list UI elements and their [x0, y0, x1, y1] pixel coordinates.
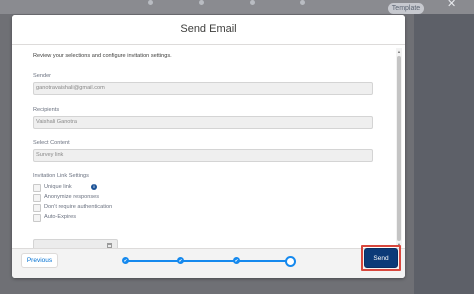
info-icon[interactable]: i	[91, 184, 97, 190]
unique-link-label: Unique link	[44, 184, 72, 190]
sender-value: ganotravaishali@gmail.com	[36, 85, 105, 91]
no-authentication-checkbox[interactable]	[33, 204, 41, 212]
recipients-field[interactable]: Vaishali Ganotra	[33, 116, 373, 129]
modal-header: Send Email	[12, 15, 405, 45]
intro-text: Review your selections and configure inv…	[33, 53, 172, 59]
recipients-value: Vaishali Ganotra	[36, 119, 77, 125]
invitation-settings-label: Invitation Link Settings	[33, 173, 89, 179]
step-current-indicator	[285, 256, 296, 267]
anonymize-responses-label: Anonymize responses	[44, 194, 100, 200]
progress-line	[125, 260, 292, 262]
previous-button[interactable]: Previous	[21, 253, 58, 268]
unique-link-checkbox[interactable]	[33, 184, 41, 192]
scrollbar-thumb[interactable]	[397, 56, 401, 241]
step-complete-icon: ✔	[122, 257, 129, 264]
no-authentication-label: Don't require authentication	[44, 204, 113, 210]
auto-expires-checkbox[interactable]	[33, 214, 41, 222]
select-content-label: Select Content	[33, 140, 70, 146]
anonymize-responses-checkbox[interactable]	[33, 194, 41, 202]
send-button[interactable]: Send	[364, 248, 398, 268]
scroll-up-icon[interactable]: ▲	[396, 49, 402, 54]
recipients-label: Recipients	[33, 107, 60, 113]
background-close-icon: ✕	[447, 0, 457, 10]
select-content-field[interactable]: Survey link	[33, 149, 373, 162]
step-complete-icon: ✔	[233, 257, 240, 264]
modal-body: Review your selections and configure inv…	[12, 45, 405, 252]
background-dot	[199, 0, 204, 5]
sender-field[interactable]: ganotravaishali@gmail.com	[33, 82, 373, 95]
template-pill: Template	[388, 3, 424, 14]
auto-expires-label: Auto-Expires	[44, 214, 77, 220]
modal-title: Send Email	[180, 23, 237, 35]
step-complete-icon: ✔	[177, 257, 184, 264]
modal-scrollbar[interactable]: ▲ ▼	[396, 48, 402, 248]
background-dot	[300, 0, 305, 5]
background-dot	[250, 0, 255, 5]
background-dot	[148, 0, 153, 5]
modal-footer: Previous ✔ ✔ ✔	[12, 248, 405, 278]
select-content-value: Survey link	[36, 152, 64, 158]
sender-label: Sender	[33, 73, 52, 79]
background-panel	[414, 14, 474, 294]
background-page-header: Template ✕	[0, 0, 474, 14]
send-email-modal: Send Email Review your selections and co…	[12, 15, 405, 278]
